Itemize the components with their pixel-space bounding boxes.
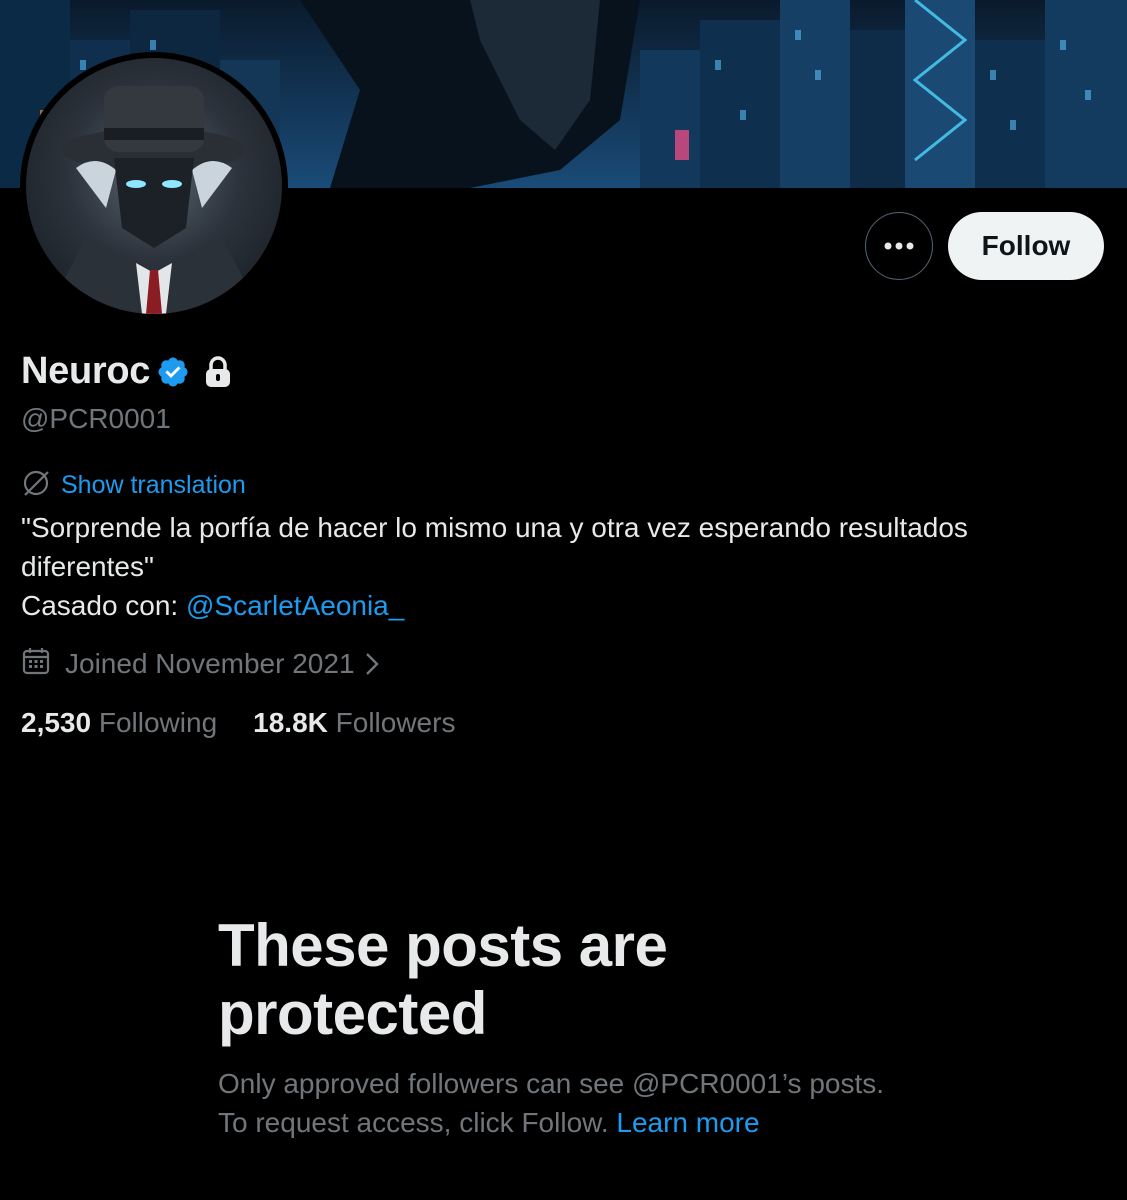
- verified-badge-icon[interactable]: [156, 355, 190, 389]
- followers-count: 18.8K: [253, 707, 328, 738]
- following-label: Following: [98, 707, 218, 738]
- profile-handle: @PCR0001: [21, 403, 171, 434]
- show-translation-link[interactable]: Show translation: [61, 471, 246, 500]
- profile-avatar[interactable]: [20, 52, 288, 320]
- calendar-icon: [21, 646, 51, 681]
- learn-more-link[interactable]: Learn more: [616, 1107, 759, 1138]
- show-translation-row[interactable]: Show translation: [21, 468, 246, 503]
- protected-posts-heading: These posts are protected: [218, 912, 668, 1047]
- bio-married-line: Casado con: @ScarletAeonia_: [21, 586, 1101, 625]
- protected-posts-body: Only approved followers can see @PCR0001…: [218, 1068, 885, 1138]
- translate-icon: [21, 468, 51, 503]
- joined-date-row[interactable]: Joined November 2021: [21, 646, 381, 681]
- followers-label: Followers: [335, 707, 456, 738]
- protected-posts-description: Only approved followers can see @PCR0001…: [218, 1064, 918, 1142]
- protected-lock-icon: [204, 355, 232, 388]
- more-options-button[interactable]: [865, 212, 933, 280]
- following-stat-link[interactable]: 2,530 Following: [21, 707, 217, 739]
- followers-stat-link[interactable]: 18.8K Followers: [253, 707, 455, 739]
- bio-married-prefix: Casado con:: [21, 590, 186, 621]
- following-count: 2,530: [21, 707, 92, 738]
- ellipsis-icon: [884, 237, 914, 255]
- avatar-image: [26, 58, 282, 314]
- bio-mention-link[interactable]: @ScarletAeonia_: [186, 590, 404, 621]
- display-name: Neuroc: [21, 350, 151, 392]
- chevron-right-icon[interactable]: [363, 650, 381, 678]
- profile-name-row: Neuroc: [21, 350, 232, 393]
- joined-date-text: Joined November 2021: [65, 647, 355, 679]
- follow-stats: 2,530 Following 18.8K Followers: [21, 707, 455, 739]
- bio-quote: "Sorprende la porfía de hacer lo mismo u…: [21, 512, 968, 582]
- follow-button[interactable]: Follow: [948, 212, 1104, 280]
- profile-bio: "Sorprende la porfía de hacer lo mismo u…: [21, 508, 1101, 625]
